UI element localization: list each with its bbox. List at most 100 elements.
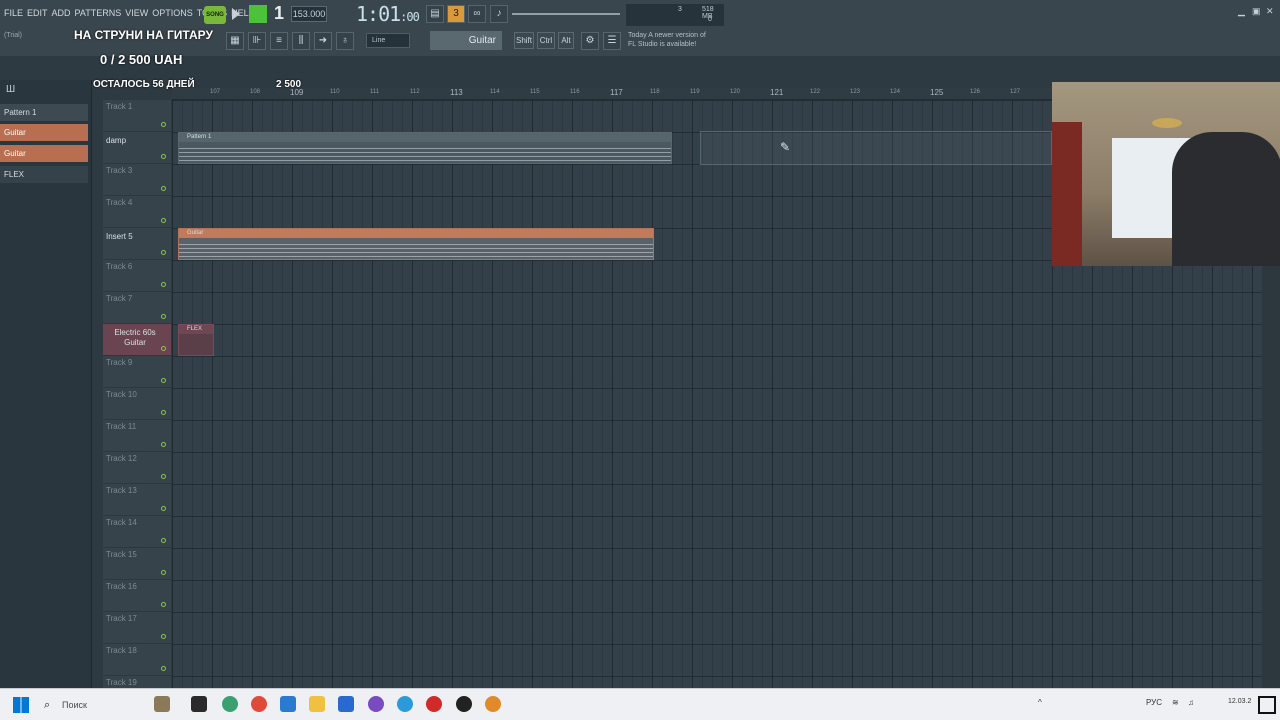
fl-studio-icon[interactable] (485, 696, 501, 712)
track-header[interactable]: Track 1 (103, 100, 171, 132)
file-explorer-icon[interactable] (309, 696, 325, 712)
clock-date[interactable]: 12.03.2 (1228, 698, 1251, 705)
stop-button[interactable] (249, 5, 267, 23)
typing-keyboard-icon[interactable]: ▤ (426, 5, 444, 23)
track-enable-toggle[interactable] (161, 410, 166, 415)
menu-view[interactable]: VIEW (125, 8, 148, 18)
cpu-value: 3 (678, 6, 682, 13)
arrow-icon[interactable]: ➜ (314, 32, 332, 50)
chrome-icon[interactable] (251, 696, 267, 712)
tray-chevron-icon[interactable]: ^ (1038, 698, 1042, 707)
track-header[interactable]: Track 14 (103, 516, 171, 548)
ctrl-key-button[interactable]: Ctrl (537, 32, 555, 49)
track-header[interactable]: Track 13 (103, 484, 171, 516)
close-icon[interactable]: ✕ (1266, 6, 1274, 17)
track-header[interactable]: Track 10 (103, 388, 171, 420)
track-enable-toggle[interactable] (161, 474, 166, 479)
channel-flex[interactable]: FLEX (0, 166, 88, 183)
menu-options[interactable]: OPTIONS (152, 8, 193, 18)
pattern-selector[interactable]: Guitar (430, 31, 502, 50)
channel-rack-icon[interactable]: ≡ (270, 32, 288, 50)
track-header[interactable]: Track 17 (103, 612, 171, 644)
list-icon[interactable]: ☰ (603, 32, 621, 50)
track-name: Insert 5 (106, 232, 133, 241)
track-enable-toggle[interactable] (161, 570, 166, 575)
song-mode-toggle[interactable]: SONG (204, 6, 226, 24)
clip-flex[interactable]: FLEX (178, 324, 214, 356)
snap-mode-select[interactable]: Line (366, 33, 410, 48)
mixer-icon[interactable]: ⫼ (292, 32, 310, 50)
track-enable-toggle[interactable] (161, 186, 166, 191)
opera-icon[interactable] (426, 696, 442, 712)
master-volume-slider[interactable] (512, 13, 620, 15)
track-header[interactable]: Track 18 (103, 644, 171, 676)
app-icon-1[interactable] (222, 696, 238, 712)
vscode-icon[interactable] (280, 696, 296, 712)
task-view-icon[interactable] (191, 696, 207, 712)
alt-key-button[interactable]: Alt (558, 32, 574, 49)
menu-file[interactable]: FILE (4, 8, 23, 18)
track-enable-toggle[interactable] (161, 314, 166, 319)
menu-edit[interactable]: EDIT (27, 8, 48, 18)
clip-pattern-1[interactable]: Pattern 1 (178, 132, 672, 164)
tempo-display[interactable]: 153.000 (291, 6, 327, 22)
piano-roll-icon[interactable]: ⊪ (248, 32, 266, 50)
news-panel[interactable]: Today A newer version of FL Studio is av… (628, 31, 706, 49)
track-header[interactable]: Track 16 (103, 580, 171, 612)
browser-icon[interactable]: Ш (6, 84, 15, 95)
store-icon[interactable] (338, 696, 354, 712)
snap-icon[interactable]: ▦ (226, 32, 244, 50)
track-name: Track 19 (106, 678, 137, 687)
obs-icon[interactable] (456, 696, 472, 712)
track-header[interactable]: Track 3 (103, 164, 171, 196)
pattern-number[interactable]: 1 (274, 3, 284, 24)
track-enable-toggle[interactable] (161, 154, 166, 159)
language-indicator[interactable]: РУС (1146, 698, 1162, 707)
cam-lamp (1152, 118, 1182, 128)
track-header[interactable]: Insert 5 (103, 228, 171, 260)
cats-widget-icon[interactable] (154, 696, 170, 712)
track-header[interactable]: Track 6 (103, 260, 171, 292)
microphone-icon[interactable]: ♁ (336, 32, 354, 50)
track-header[interactable]: Track 15 (103, 548, 171, 580)
track-enable-toggle[interactable] (161, 634, 166, 639)
viber-icon[interactable] (368, 696, 384, 712)
channel-pattern-1[interactable]: Pattern 1 (0, 104, 88, 121)
loop-record-icon[interactable]: ∞ (468, 5, 486, 23)
track-header[interactable]: Track 4 (103, 196, 171, 228)
track-enable-toggle[interactable] (161, 218, 166, 223)
track-enable-toggle[interactable] (161, 538, 166, 543)
track-enable-toggle[interactable] (161, 506, 166, 511)
menu-add[interactable]: ADD (52, 8, 71, 18)
maximize-icon[interactable]: ▣ (1252, 6, 1261, 17)
track-header[interactable]: Track 9 (103, 356, 171, 388)
track-enable-toggle[interactable] (161, 602, 166, 607)
track-enable-toggle[interactable] (161, 250, 166, 255)
channel-guitar-2[interactable]: Guitar (0, 145, 88, 162)
track-header[interactable]: damp (103, 132, 171, 164)
play-icon[interactable] (232, 8, 240, 20)
countdown-icon[interactable]: 3 (447, 5, 465, 23)
settings-gear-icon[interactable]: ⚙ (581, 32, 599, 50)
telegram-icon[interactable] (397, 696, 413, 712)
wifi-icon[interactable]: ≋ (1172, 698, 1179, 707)
track-header[interactable]: Track 11 (103, 420, 171, 452)
track-enable-toggle[interactable] (161, 282, 166, 287)
track-enable-toggle[interactable] (161, 442, 166, 447)
volume-icon[interactable]: ♫ (1188, 698, 1194, 707)
metronome-icon[interactable]: ♪ (490, 5, 508, 23)
track-header[interactable]: Electric 60s Guitar (103, 324, 171, 356)
channel-guitar-1[interactable]: Guitar (0, 124, 88, 141)
track-enable-toggle[interactable] (161, 378, 166, 383)
track-header[interactable]: Track 12 (103, 452, 171, 484)
track-enable-toggle[interactable] (161, 122, 166, 127)
shift-key-button[interactable]: Shift (514, 32, 534, 49)
minimize-icon[interactable]: ▁ (1238, 6, 1245, 17)
windows-start-icon[interactable] (13, 697, 29, 713)
menu-patterns[interactable]: PATTERNS (75, 8, 122, 18)
track-enable-toggle[interactable] (161, 666, 166, 671)
notification-icon[interactable] (1258, 696, 1276, 714)
track-enable-toggle[interactable] (161, 346, 166, 351)
track-header[interactable]: Track 7 (103, 292, 171, 324)
clip-guitar[interactable]: Guitar (178, 228, 654, 260)
